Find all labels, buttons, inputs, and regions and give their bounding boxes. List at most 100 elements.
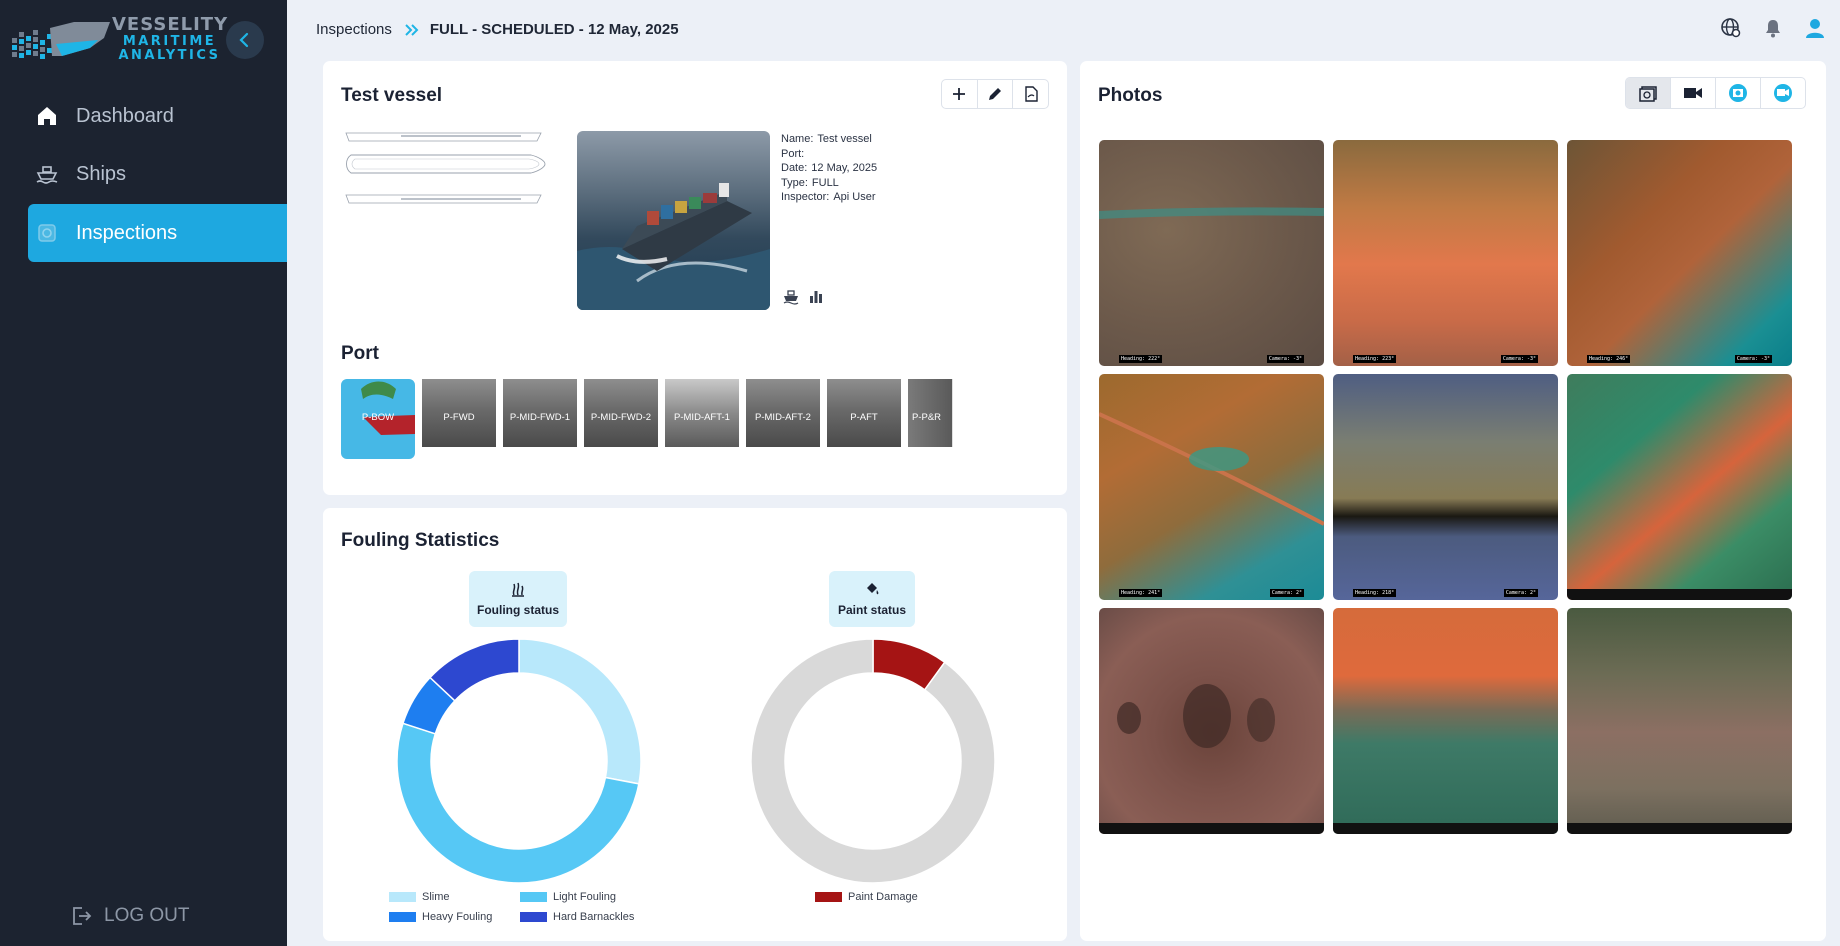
inspection-photo[interactable]: Heading: 223° Camera: -3°: [1333, 140, 1558, 366]
hull-section-p-mid-fwd-2[interactable]: P-MID-FWD-2: [584, 379, 658, 447]
fouling-status-label: Fouling status: [477, 603, 559, 617]
photo-camera: Camera: -3°: [1266, 355, 1304, 363]
inspection-icon: [32, 218, 62, 248]
info-value: 12 May, 2025: [811, 162, 878, 175]
hull-section-strip: P-BOW P-FWD P-MID-FWD-1 P-MID-FWD-2 P-MI…: [341, 379, 981, 459]
hull-section-p-bow[interactable]: P-BOW: [341, 379, 415, 459]
logo-line-1: VESSELITY: [112, 14, 229, 35]
donut-slice-other[interactable]: [751, 639, 995, 883]
hull-section-p-pr[interactable]: P-P&R: [908, 379, 981, 447]
info-key: Date:: [781, 162, 808, 175]
language-globe-icon[interactable]: [1720, 17, 1742, 39]
inspection-photo[interactable]: Heading: 241° Camera: 2°: [1099, 374, 1324, 600]
breadcrumb: Inspections FULL - SCHEDULED - 12 May, 2…: [316, 21, 679, 38]
collapse-sidebar-button[interactable]: [226, 21, 264, 59]
photos-card: Photos Heading: 222° Camera: -3° Heading…: [1080, 61, 1826, 941]
video-ai-button[interactable]: [1761, 78, 1805, 108]
bell-icon[interactable]: [1764, 18, 1782, 38]
photo-view-toolbar: [1625, 77, 1806, 109]
inspection-photo[interactable]: [1567, 374, 1792, 600]
vessel-toolbar: [941, 79, 1049, 109]
photo-heading: Heading: 223°: [1353, 355, 1397, 363]
bar-chart-icon[interactable]: [809, 289, 823, 305]
paint-status-chip[interactable]: Paint status: [829, 571, 915, 627]
inspection-photo[interactable]: [1099, 608, 1324, 834]
hull-section-p-fwd[interactable]: P-FWD: [422, 379, 496, 447]
paint-donut-chart: [751, 639, 995, 883]
photo-grid: Heading: 222° Camera: -3° Heading: 223° …: [1099, 140, 1807, 834]
inspection-photo[interactable]: Heading: 246° Camera: -3°: [1567, 140, 1792, 366]
section-label: P-MID-FWD-1: [509, 412, 571, 423]
info-value: Test vessel: [817, 133, 872, 145]
info-key: Port:: [781, 147, 805, 160]
chevron-left-icon: [239, 32, 249, 48]
export-pdf-button[interactable]: [1013, 80, 1048, 108]
pdf-file-icon: [1024, 86, 1038, 102]
section-label: P-MID-AFT-2: [755, 412, 811, 423]
logout-label: LOG OUT: [104, 905, 190, 926]
vessel-photo: [577, 131, 770, 310]
photo-camera: Camera: -3°: [1500, 355, 1538, 363]
legend-item: Paint Damage: [815, 891, 918, 903]
donut-slice-light-fouling[interactable]: [397, 722, 640, 883]
legend-label: Hard Barnackles: [553, 911, 635, 923]
fouling-statistics-title: Fouling Statistics: [341, 530, 500, 551]
sidebar-item-ships[interactable]: Ships: [28, 145, 287, 203]
video-camera-icon: [1684, 88, 1702, 98]
user-avatar-icon[interactable]: [1804, 17, 1826, 39]
section-label: P-AFT: [850, 412, 878, 423]
legend-swatch-light-fouling: [520, 892, 547, 902]
legend-item: Light Fouling: [520, 891, 616, 903]
hull-section-p-aft[interactable]: P-AFT: [827, 379, 901, 447]
vessel-info: Name: Test vessel Port: Date: 12 May, 2025…: [781, 132, 877, 205]
vessel-title: Test vessel: [341, 85, 443, 106]
hull-section-p-mid-fwd-1[interactable]: P-MID-FWD-1: [503, 379, 577, 447]
logout-button[interactable]: LOG OUT: [70, 905, 190, 927]
logout-icon: [70, 905, 92, 927]
legend-label: Paint Damage: [848, 891, 918, 903]
fouling-status-chip[interactable]: Fouling status: [469, 571, 567, 627]
ship-details-icon[interactable]: [783, 289, 799, 305]
donut-slice-slime[interactable]: [518, 639, 641, 785]
sidebar-item-inspections[interactable]: Inspections: [28, 204, 287, 262]
hull-section-p-mid-aft-2[interactable]: P-MID-AFT-2: [746, 379, 820, 447]
photo-heading: Heading: 246°: [1587, 355, 1631, 363]
photo-ai-button[interactable]: [1716, 78, 1761, 108]
vessel-card: Test vessel Name: Test vessel Port: Date…: [323, 61, 1067, 495]
photo-caption-bar: [1099, 823, 1324, 834]
section-label: P-MID-AFT-1: [674, 412, 730, 423]
ship-icon: [32, 159, 62, 189]
photo-heading: Heading: 222°: [1119, 355, 1163, 363]
add-button[interactable]: [942, 80, 978, 108]
photo-caption-bar: [1567, 823, 1792, 834]
photo-caption-bar: [1333, 823, 1558, 834]
legend-item: Heavy Fouling: [389, 911, 492, 923]
inspection-photo[interactable]: Heading: 218° Camera: 2°: [1333, 374, 1558, 600]
breadcrumb-parent-link[interactable]: Inspections: [316, 21, 392, 38]
inspection-photo[interactable]: Heading: 222° Camera: -3°: [1099, 140, 1324, 366]
info-key: Inspector:: [781, 191, 830, 204]
paint-bucket-icon: [864, 581, 880, 597]
inspection-photo[interactable]: [1567, 608, 1792, 834]
legend-swatch-heavy-fouling: [389, 912, 416, 922]
logo-line-3: ANALYTICS: [118, 48, 221, 63]
breadcrumb-current: FULL - SCHEDULED - 12 May, 2025: [429, 21, 679, 38]
sidebar-item-dashboard[interactable]: Dashboard: [28, 87, 287, 145]
edit-button[interactable]: [978, 80, 1014, 108]
photo-gallery-button[interactable]: [1626, 78, 1671, 108]
sidebar-item-label: Dashboard: [76, 104, 174, 127]
video-button[interactable]: [1671, 78, 1716, 108]
section-label: P-P&R: [912, 412, 942, 423]
sidebar-item-label: Inspections: [76, 221, 178, 244]
app-logo: VESSELITY MARITIME ANALYTICS: [12, 14, 227, 64]
logo-line-2: MARITIME: [122, 34, 217, 49]
paint-status-label: Paint status: [837, 603, 906, 617]
logo-mark-icon: [12, 22, 110, 59]
inspection-photo[interactable]: [1333, 608, 1558, 834]
hull-section-p-mid-aft-1[interactable]: P-MID-AFT-1: [665, 379, 739, 447]
photo-camera: Camera: -3°: [1734, 355, 1772, 363]
port-section-title: Port: [341, 343, 379, 364]
sidebar-item-label: Ships: [76, 162, 127, 185]
info-value: FULL: [811, 176, 839, 189]
photo-camera: Camera: 2°: [1503, 589, 1538, 597]
